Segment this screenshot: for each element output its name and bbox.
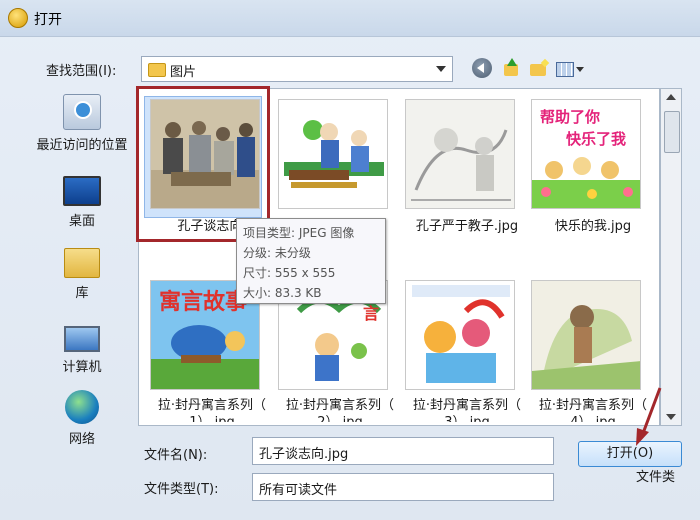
open-file-dialog: 打开 查找范围(I): 图片 最近访问的位置 桌面 库 计算机 网络 孔子谈志向… bbox=[0, 0, 700, 520]
annotation-arrow-icon bbox=[636, 387, 662, 446]
